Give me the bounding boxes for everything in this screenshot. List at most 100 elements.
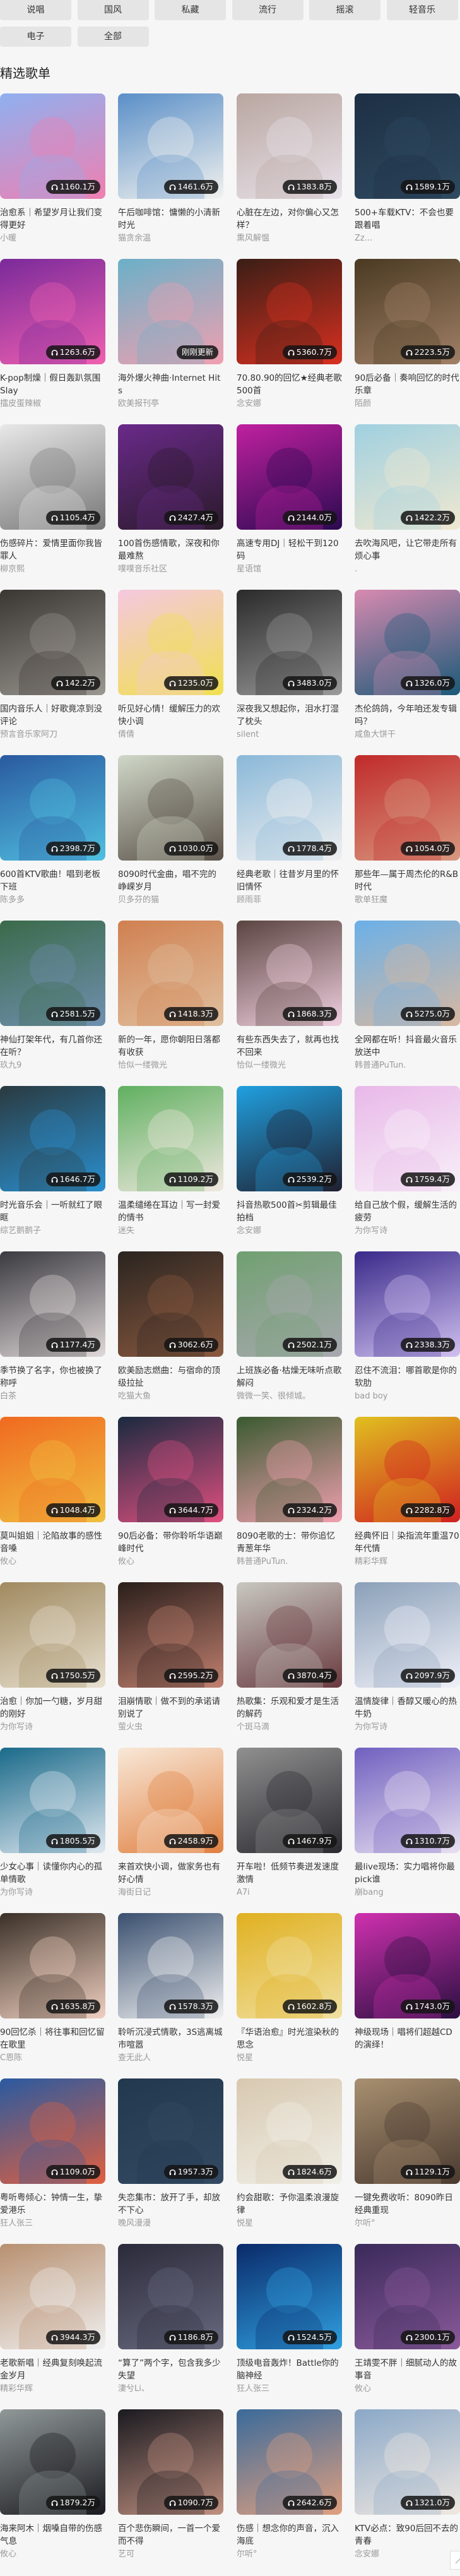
playlist-title[interactable]: 600首KTV歌曲！唱到老板下班 (0, 868, 105, 893)
playlist-author[interactable]: 萤火虫 (118, 1721, 223, 1734)
category-tag[interactable]: 摇滚 (309, 0, 380, 20)
playlist-card[interactable]: 1879.2万 海来阿木｜烟嗓自带的伤感气息 攸心 (0, 2409, 105, 2567)
playlist-title[interactable]: “算了”两个字，包含我多少失望 (118, 2357, 223, 2382)
playlist-author[interactable]: 淒兮Li、 (118, 2383, 223, 2395)
playlist-cover[interactable]: 1957.3万 (118, 2078, 223, 2184)
playlist-cover[interactable]: 1326.0万 (355, 590, 460, 695)
playlist-cover[interactable]: 3644.7万 (118, 1417, 223, 1522)
playlist-author[interactable]: 狂人张三 (0, 2217, 105, 2230)
playlist-card[interactable]: 2300.1万 王靖雯不胖｜细腻动人的故事音 攸心 (355, 2244, 460, 2402)
playlist-cover[interactable]: 1177.4万 (0, 1251, 105, 1357)
playlist-cover[interactable]: 3944.3万 (0, 2244, 105, 2349)
playlist-cover[interactable]: 2338.3万 (355, 1251, 460, 1357)
playlist-cover[interactable]: 2539.2万 (237, 1086, 342, 1191)
playlist-cover[interactable]: 142.2万 (0, 590, 105, 695)
playlist-title[interactable]: 海来阿木｜烟嗓自带的伤感气息 (0, 2522, 105, 2548)
category-tag[interactable]: 轻音乐 (386, 0, 458, 20)
playlist-author[interactable]: 星语馆 (237, 563, 342, 576)
playlist-title[interactable]: 来首欢快小调，做家务也有好心情 (118, 1861, 223, 1886)
playlist-cover[interactable]: 2642.6万 (237, 2409, 342, 2515)
playlist-card[interactable]: 1467.9万 开车啦！低频节奏迸发速度激情 A7i (237, 1748, 342, 1905)
playlist-card[interactable]: 5275.0万 全网都在听！抖音最火音乐放送中 韩普通PuTun. (355, 921, 460, 1078)
playlist-cover[interactable]: 1129.1万 (355, 2078, 460, 2184)
playlist-card[interactable]: 1321.0万 KTV必点：致90后回不去的青春 念安娜 (355, 2409, 460, 2567)
playlist-card[interactable]: 1646.7万 时光音乐会｜一听就红了眼眶 综艺鹅鹅子 (0, 1086, 105, 1244)
playlist-author[interactable]: 贝多芬的猫 (118, 894, 223, 907)
playlist-author[interactable]: 攸心 (0, 1556, 105, 1568)
playlist-cover[interactable]: 2282.8万 (355, 1417, 460, 1522)
playlist-cover[interactable]: 1310.7万 (355, 1748, 460, 1853)
playlist-card[interactable]: 1326.0万 杰伦鸽鸽，今年咱还发专辑吗？ 咸鱼大饼干 (355, 590, 460, 748)
playlist-author[interactable]: 悦星 (237, 2217, 342, 2230)
playlist-card[interactable]: 2427.4万 100首伤感情歌，深夜和你最难熬 噗噗音乐社区 (118, 424, 223, 582)
playlist-title[interactable]: 温柔缱绻在耳边｜写一封爱的情书 (118, 1199, 223, 1224)
playlist-cover[interactable]: 1602.8万 (237, 1913, 342, 2018)
playlist-cover[interactable]: 1263.6万 (0, 259, 105, 364)
playlist-card[interactable]: 1105.4万 伤感碎片：爱情里面你我皆罪人 柳京熙 (0, 424, 105, 582)
playlist-card[interactable]: 1310.7万 最live现场：实力唱将你最pick谁 崩bang (355, 1748, 460, 1905)
playlist-author[interactable]: 个斑马滴 (237, 1721, 342, 1734)
playlist-title[interactable]: 时光音乐会｜一听就红了眼眶 (0, 1199, 105, 1224)
playlist-author[interactable]: bad boy (355, 1390, 460, 1403)
playlist-title[interactable]: 午后咖啡馆：慵懒的小清新时光 (118, 206, 223, 232)
playlist-author[interactable]: 欧美报刊亭 (118, 398, 223, 410)
playlist-author[interactable]: 艺可 (118, 2548, 223, 2561)
playlist-card[interactable]: 1160.1万 治愈系｜希望岁月让我们变得更好 小暖 (0, 93, 105, 251)
playlist-author[interactable]: 玖九9 (0, 1059, 105, 1072)
playlist-card[interactable]: 2642.6万 伤感｜想念你的声音，沉入海底 尔听° (237, 2409, 342, 2567)
playlist-cover[interactable]: 1418.3万 (118, 921, 223, 1026)
playlist-cover[interactable]: 1105.4万 (0, 424, 105, 530)
playlist-author[interactable]: 陈多多 (0, 894, 105, 907)
playlist-title[interactable]: 经典老歌｜往昔岁月里的怀旧情怀 (237, 868, 342, 893)
playlist-title[interactable]: 深夜我又想起你，泪水打湿了枕头 (237, 703, 342, 728)
playlist-card[interactable]: 1461.6万 午后咖啡馆：慵懒的小清新时光 猫贪余温 (118, 93, 223, 251)
playlist-cover[interactable]: 1868.3万 (237, 921, 342, 1026)
playlist-cover[interactable]: 5360.7万 (237, 259, 342, 364)
playlist-author[interactable]: 为你写诗 (355, 1721, 460, 1734)
playlist-author[interactable]: 韩普通PuTun. (355, 1059, 460, 1072)
playlist-title[interactable]: 伤感｜想念你的声音，沉入海底 (237, 2522, 342, 2548)
playlist-cover[interactable]: 2097.9万 (355, 1582, 460, 1688)
playlist-author[interactable]: 吃猫大鱼 (118, 1390, 223, 1403)
playlist-card[interactable]: 2324.2万 8090老歌的士：带你追忆青葱年华 韩普通PuTun. (237, 1417, 342, 1575)
playlist-title[interactable]: 90后必备：带你聆听华语巅峰时代 (118, 1530, 223, 1555)
playlist-card[interactable]: 2338.3万忍住不流泪：哪首歌是你的软肋 bad boy (355, 1251, 460, 1409)
playlist-cover[interactable]: 2324.2万 (237, 1417, 342, 1522)
playlist-cover[interactable]: 1186.8万 (118, 2244, 223, 2349)
playlist-cover[interactable]: 1743.0万 (355, 1913, 460, 2018)
playlist-title[interactable]: 百个悲伤瞬间，一首一个爱而不得 (118, 2522, 223, 2548)
playlist-cover[interactable]: 1235.0万 (118, 590, 223, 695)
playlist-author[interactable]: 咸鱼大饼干 (355, 729, 460, 741)
playlist-title[interactable]: 70.80.90的回忆★经典老歌500首 (237, 372, 342, 397)
playlist-title[interactable]: 治愈｜你加一勺糖，岁月甜的刚好 (0, 1695, 105, 1720)
playlist-title[interactable]: 约会甜歌：予你温柔浪漫旋律 (237, 2191, 342, 2217)
playlist-cover[interactable]: 1635.8万 (0, 1913, 105, 2018)
playlist-author[interactable]: 猫贪余温 (118, 232, 223, 245)
playlist-card[interactable]: 2223.5万 90后必备｜奏响回忆的时代乐章 陌颜 (355, 259, 460, 417)
playlist-card[interactable]: 刚刚更新 海外爆火神曲·Internet Hits 欧美报刊亭 (118, 259, 223, 417)
playlist-title[interactable]: 心脏在左边，对你偏心又怎样？ (237, 206, 342, 232)
playlist-author[interactable]: 恰似一缕微光 (237, 1059, 342, 1072)
playlist-author[interactable]: 歌单狂魔 (355, 894, 460, 907)
playlist-title[interactable]: 那些年—属于周杰伦的R&B时代 (355, 868, 460, 893)
playlist-title[interactable]: 神仙打架年代，有几首你还在听？ (0, 1034, 105, 1059)
category-tag[interactable]: 说唱 (0, 0, 71, 20)
playlist-card[interactable]: 1090.7万 百个悲伤瞬间，一首一个爱而不得 艺可 (118, 2409, 223, 2567)
playlist-card[interactable]: 1635.8万 90回忆杀｜将往事和回忆留在歌里 C恩陈 (0, 1913, 105, 2071)
playlist-author[interactable]: 柳京熙 (0, 563, 105, 576)
playlist-card[interactable]: 1750.5万 治愈｜你加一勺糖，岁月甜的刚好 为你写诗 (0, 1582, 105, 1740)
playlist-card[interactable]: 1383.8万 心脏在左边，对你偏心又怎样？ 熏风解愠 (237, 93, 342, 251)
playlist-cover[interactable]: 5275.0万 (355, 921, 460, 1026)
playlist-cover[interactable]: 2595.2万 (118, 1582, 223, 1688)
playlist-card[interactable]: 1263.6万 K-pop制燥｜假日轰趴氛围Slay 擂皮蛋辣椒 (0, 259, 105, 417)
playlist-card[interactable]: 2144.0万 高速专用DJ｜轻松干到120码 星语馆 (237, 424, 342, 582)
playlist-title[interactable]: 忍住不流泪：哪首歌是你的软肋 (355, 1364, 460, 1390)
playlist-cover[interactable]: 1578.3万 (118, 1913, 223, 2018)
playlist-title[interactable]: 少女心事｜读懂你内心的孤单情歌 (0, 1861, 105, 1886)
playlist-cover[interactable]: 1750.5万 (0, 1582, 105, 1688)
playlist-cover[interactable]: 2300.1万 (355, 2244, 460, 2349)
playlist-author[interactable]: 噗噗音乐社区 (118, 563, 223, 576)
playlist-title[interactable]: 抖音热歌500首✂剪辑最佳拍档 (237, 1199, 342, 1224)
playlist-card[interactable]: 1589.1万 500+车载KTV：不会也要跟着唱 Zz... (355, 93, 460, 251)
playlist-title[interactable]: 国内音乐人｜好歌竟凉到没评论 (0, 703, 105, 728)
